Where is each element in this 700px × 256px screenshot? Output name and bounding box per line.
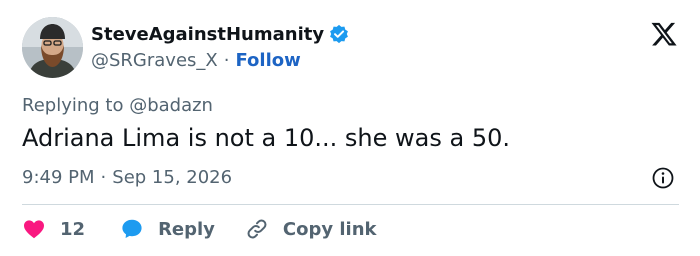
copy-link-label: Copy link <box>282 218 377 240</box>
like-button[interactable]: 12 <box>22 217 85 241</box>
author-display-name[interactable]: SteveAgainstHumanity <box>91 24 324 45</box>
follow-button[interactable]: Follow <box>235 50 300 71</box>
like-count: 12 <box>60 218 86 240</box>
replying-to-label: Replying to @badazn <box>22 95 213 116</box>
x-logo-icon[interactable] <box>650 20 678 48</box>
author-handle-row: @SRGraves_X · Follow <box>91 48 301 72</box>
author-handle[interactable]: @SRGraves_X <box>91 50 218 71</box>
link-icon <box>245 217 269 241</box>
handle-separator: · <box>223 49 230 71</box>
author-name-row: SteveAgainstHumanity <box>91 21 349 47</box>
speech-bubble-icon <box>120 217 144 241</box>
info-icon[interactable] <box>651 166 675 190</box>
avatar[interactable] <box>22 17 83 78</box>
tweet-time: 9:49 PM <box>22 167 95 188</box>
copy-link-button[interactable]: Copy link <box>245 217 377 241</box>
reply-label: Reply <box>158 218 215 240</box>
tweet-text: Adriana Lima is not a 10... she was a 50… <box>22 124 510 152</box>
tweet-actions: 12 Reply Copy link <box>22 214 377 244</box>
verified-badge-icon <box>329 24 349 44</box>
action-divider <box>22 204 679 205</box>
heart-icon <box>22 217 46 241</box>
tweet-timestamp[interactable]: 9:49 PM · Sep 15, 2026 <box>22 167 232 188</box>
tweet-date: Sep 15, 2026 <box>112 167 233 188</box>
reply-button[interactable]: Reply <box>120 217 215 241</box>
timestamp-separator: · <box>100 167 107 188</box>
tweet-card: SteveAgainstHumanity @SRGraves_X · Follo… <box>0 0 700 256</box>
